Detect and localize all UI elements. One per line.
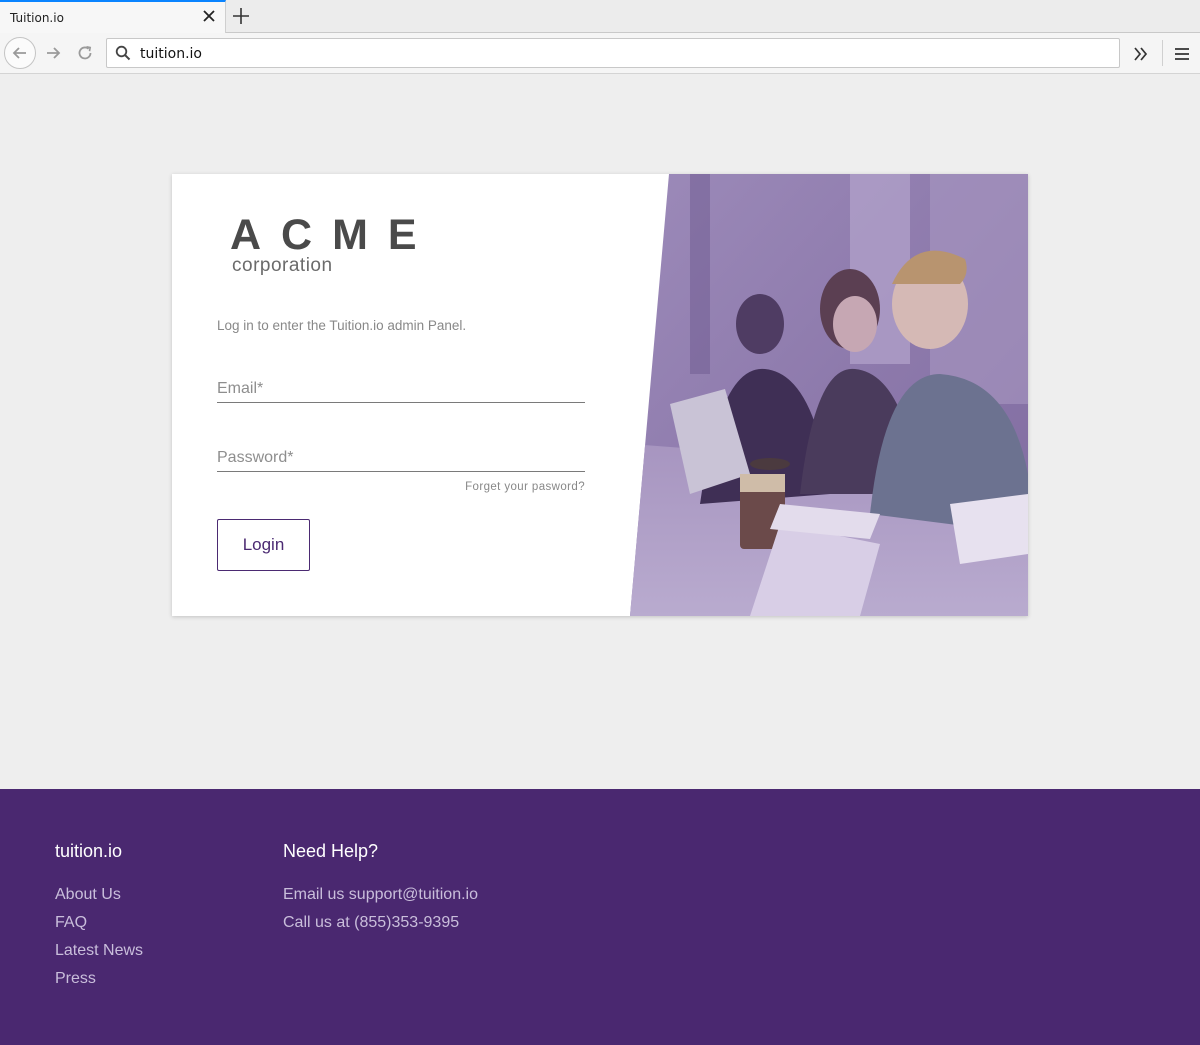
arrow-right-icon: [47, 47, 61, 59]
password-field[interactable]: [217, 443, 585, 471]
forward-button[interactable]: [37, 37, 69, 69]
footer-column-company: tuition.io About Us FAQ Latest News Pres…: [55, 841, 143, 993]
footer: tuition.io About Us FAQ Latest News Pres…: [0, 789, 1200, 1045]
tab-title: Tuition.io: [10, 11, 64, 25]
toolbar-separator: [1162, 40, 1163, 66]
team-photo: [630, 174, 1028, 616]
reload-button[interactable]: [69, 37, 101, 69]
password-field-container: [217, 443, 585, 472]
acme-logo: ACME corporation: [230, 214, 437, 277]
footer-heading: tuition.io: [55, 841, 123, 861]
reload-icon: [78, 46, 92, 60]
search-icon: [115, 45, 131, 61]
footer-heading-help: Need Help?: [283, 841, 379, 861]
footer-link-press[interactable]: Press: [55, 965, 143, 993]
login-card: ACME corporation Log in to enter the Tui…: [172, 174, 1028, 616]
tab-active[interactable]: Tuition.io: [0, 0, 226, 33]
footer-link-about[interactable]: About Us: [55, 881, 143, 909]
login-intro-text: Log in to enter the Tuition.io admin Pan…: [217, 318, 467, 333]
hamburger-menu-icon[interactable]: [1170, 41, 1194, 67]
back-button[interactable]: [4, 37, 36, 69]
footer-phone-link[interactable]: Call us at (855)353-9395: [283, 909, 478, 937]
url-text: tuition.io: [140, 46, 202, 62]
url-bar[interactable]: tuition.io: [106, 38, 1120, 68]
footer-email-link[interactable]: Email us support@tuition.io: [283, 881, 478, 909]
tab-bar: Tuition.io: [0, 0, 1200, 33]
logo-wordmark: ACME: [230, 211, 437, 259]
plus-icon[interactable]: [230, 5, 252, 27]
chevron-double-right-icon[interactable]: [1128, 41, 1154, 67]
email-field-container: [217, 374, 585, 403]
footer-link-news[interactable]: Latest News: [55, 937, 143, 965]
footer-link-faq[interactable]: FAQ: [55, 909, 143, 937]
footer-column-help: Need Help? Email us support@tuition.io C…: [283, 841, 478, 937]
forgot-password-link[interactable]: Forget your pasword?: [465, 481, 585, 493]
nav-bar: tuition.io: [0, 33, 1200, 74]
close-icon[interactable]: [201, 8, 217, 24]
login-button[interactable]: Login: [217, 519, 310, 571]
email-field[interactable]: [217, 374, 585, 402]
arrow-left-icon: [12, 47, 26, 59]
